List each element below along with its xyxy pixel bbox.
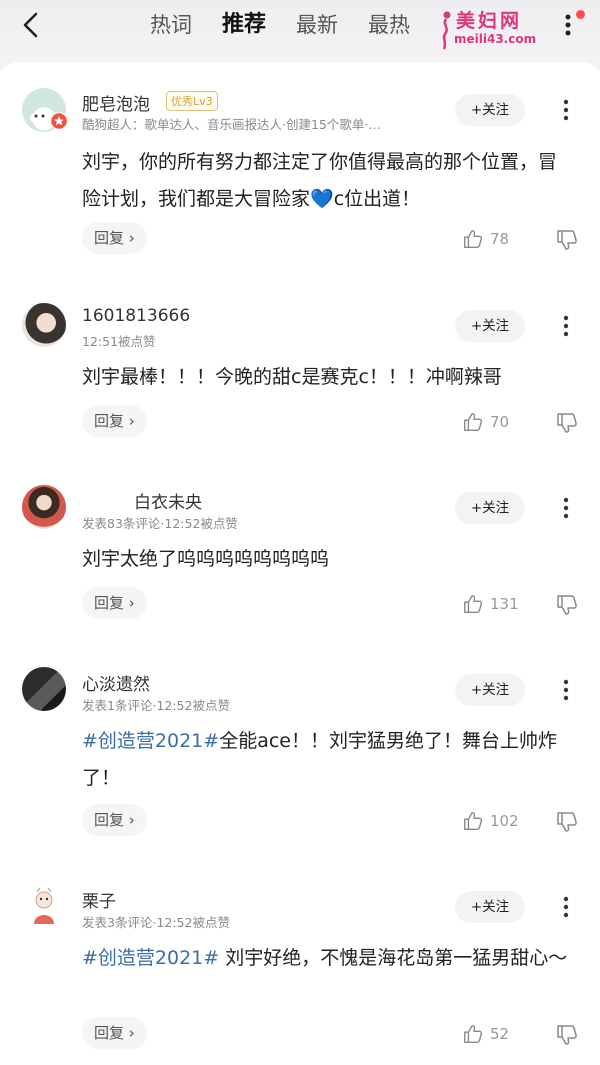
like-button[interactable]: 70 [462,409,509,435]
comment-text: #创造营2021# 刘宇好绝，不愧是海花岛第一猛男甜心～ [82,940,572,977]
thumbs-up-icon [464,413,483,431]
hashtag-link[interactable]: #创造营2021# [82,730,219,752]
username[interactable]: 心淡遗然 [82,670,150,695]
hashtag-link[interactable]: #创造营2021# [82,947,219,969]
like-count: 52 [490,1025,510,1043]
thumbs-down-icon[interactable] [555,810,579,834]
more-options-icon[interactable] [556,495,576,521]
reply-button[interactable]: 回复 › [82,222,147,254]
watermark-text: 美妇网 [456,10,523,32]
like-button[interactable]: 131 [462,591,519,617]
notification-dot [576,10,585,19]
tab-hot-words[interactable]: 热词 [150,8,192,42]
user-meta: 发表1条评论·12:52被点赞 [82,698,230,713]
comment-text: 刘宇最棒！！！今晚的甜c是赛克c！！！冲啊辣哥 [82,366,502,388]
reply-button[interactable]: 回复 › [82,587,147,619]
thumbs-down-icon[interactable] [555,1023,579,1047]
thumbs-up-icon [464,230,483,248]
vip-badge-icon [50,112,68,130]
comment-text-part: 刘宇好绝，不愧是海花岛第一猛男甜心～ [219,947,568,969]
watermark-logo: 美妇网 meili43.com [438,6,558,50]
thumbs-up-icon [464,1025,483,1043]
comments-sheet: 肥皂泡泡 优秀Lv3 酷狗超人：歌单达人、音乐画报达人·创建15个歌单·… +关… [0,62,600,1065]
like-count: 131 [490,595,519,613]
user-meta: 12:51被点赞 [82,334,156,349]
more-options-icon[interactable] [556,313,576,339]
more-options-icon[interactable] [556,894,576,920]
like-button[interactable]: 52 [462,1021,509,1047]
follow-button[interactable]: +关注 [455,492,525,524]
back-arrow-icon[interactable] [14,8,50,42]
thumbs-down-icon[interactable] [555,593,579,617]
thumbs-down-icon[interactable] [555,228,579,252]
avatar[interactable] [22,667,66,711]
reply-button[interactable]: 回复 › [82,1017,147,1049]
thumbs-up-icon [464,595,483,613]
thumbs-down-icon[interactable] [555,411,579,435]
username[interactable]: 白衣未央 [134,488,202,513]
like-button[interactable]: 78 [462,226,509,252]
avatar[interactable] [22,303,66,347]
more-options-icon[interactable] [556,97,576,123]
follow-button[interactable]: +关注 [455,891,525,923]
comment-text-part: c位出道！ [333,188,421,210]
username[interactable]: 栗子 [82,887,116,912]
reply-button[interactable]: 回复 › [82,405,147,437]
avatar[interactable] [22,485,66,529]
user-meta: 酷狗超人：歌单达人、音乐画报达人·创建15个歌单·… [82,117,381,132]
more-menu-icon[interactable] [558,10,578,40]
more-options-icon[interactable] [556,677,576,703]
tab-latest[interactable]: 最新 [296,8,338,42]
watermark-figure-icon [442,11,451,50]
tab-hottest[interactable]: 最热 [368,8,410,42]
watermark-url: meili43.com [454,32,537,46]
top-nav-bar: 热词 推荐 最新 最热 美妇网 meili43.com [0,0,600,50]
follow-button[interactable]: +关注 [455,674,525,706]
user-meta: 发表3条评论·12:52被点赞 [82,915,230,930]
like-count: 70 [490,413,510,431]
thumbs-up-icon [464,812,483,830]
like-count: 78 [490,230,510,248]
comment-text: #创造营2021#全能ace！！刘宇猛男绝了！舞台上帅炸了！ [82,723,572,797]
blue-heart-emoji: 💙 [310,188,334,210]
reply-button[interactable]: 回复 › [82,804,147,836]
username[interactable]: 1601813666 [82,306,190,326]
sort-tabs: 热词 推荐 最新 最热 [150,8,440,42]
username[interactable]: 肥皂泡泡 [82,90,150,115]
follow-button[interactable]: +关注 [455,94,525,126]
level-badge: 优秀Lv3 [166,91,218,111]
tab-recommended[interactable]: 推荐 [222,8,266,42]
like-count: 102 [490,812,519,830]
like-button[interactable]: 102 [462,808,519,834]
user-meta: 发表83条评论·12:52被点赞 [82,516,238,531]
comment-text: 刘宇太绝了呜呜呜呜呜呜呜呜 [82,548,330,570]
follow-button[interactable]: +关注 [455,310,525,342]
comment-text: 刘宇，你的所有努力都注定了你值得最高的那个位置，冒险计划，我们都是大冒险家💙c位… [82,144,572,218]
avatar[interactable] [22,884,66,928]
